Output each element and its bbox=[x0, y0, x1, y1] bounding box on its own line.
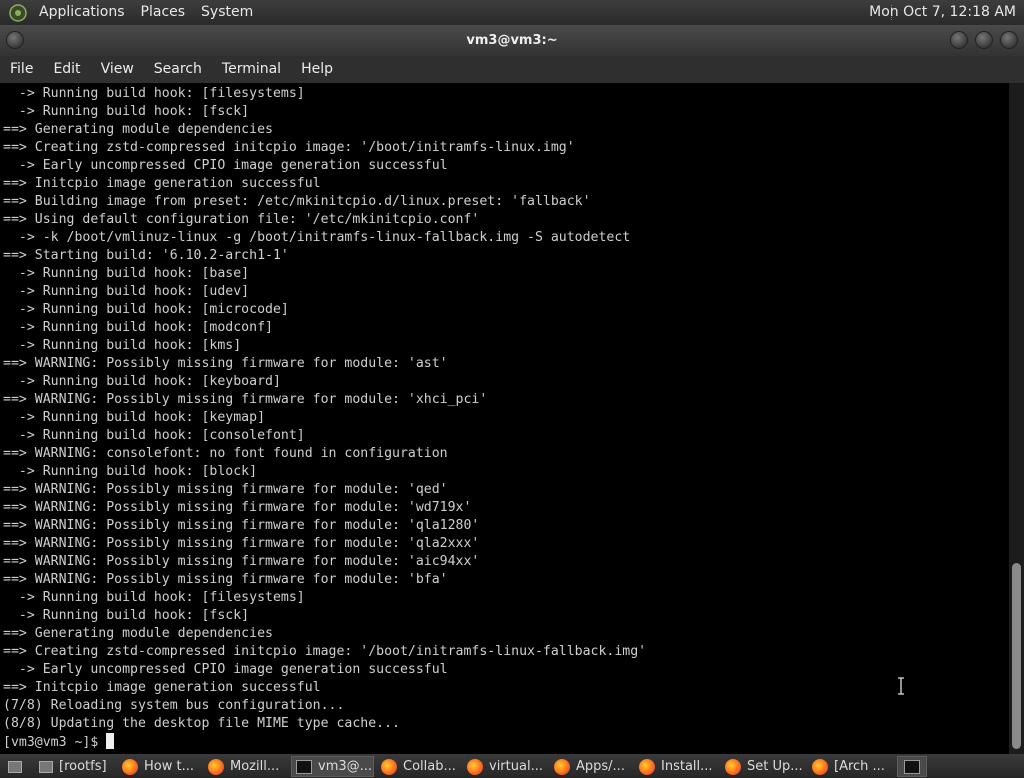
firefox-icon bbox=[467, 758, 483, 775]
shell-prompt: [vm3@vm3 ~]$ bbox=[3, 735, 99, 750]
terminal-line: -> -k /boot/vmlinuz-linux -g /boot/initr… bbox=[3, 230, 631, 245]
scrollbar[interactable] bbox=[1009, 83, 1024, 754]
workspace-icon bbox=[904, 759, 920, 774]
firefox-icon bbox=[122, 758, 138, 775]
terminal-line: -> Running build hook: [block] bbox=[3, 464, 258, 479]
terminal-line: (8/8) Updating the desktop file MIME typ… bbox=[3, 716, 400, 731]
terminal-line: ==> WARNING: Possibly missing firmware f… bbox=[3, 392, 488, 407]
terminal-line: ==> Creating zstd-compressed initcpio im… bbox=[3, 644, 647, 659]
menu-search[interactable]: Search bbox=[144, 56, 212, 83]
terminal-line: -> Running build hook: [udev] bbox=[3, 284, 250, 299]
terminal-line: ==> WARNING: Possibly missing firmware f… bbox=[3, 518, 480, 533]
menu-view[interactable]: View bbox=[91, 56, 144, 83]
window-titlebar[interactable]: vm3@vm3:~ bbox=[0, 25, 1024, 56]
terminal-line: ==> WARNING: Possibly missing firmware f… bbox=[3, 572, 448, 587]
menu-file[interactable]: File bbox=[0, 56, 43, 83]
terminal-line: ==> WARNING: Possibly missing firmware f… bbox=[3, 356, 448, 371]
terminal-line: ==> WARNING: consolefont: no font found … bbox=[3, 446, 448, 461]
taskbar-item-label: Apps/... bbox=[576, 759, 625, 774]
scrollbar-thumb[interactable] bbox=[1012, 563, 1021, 749]
folder-icon bbox=[39, 760, 53, 773]
terminal-line: ==> Building image from preset: /etc/mki… bbox=[3, 194, 591, 209]
taskbar-item-label: vm3@... bbox=[318, 759, 373, 774]
applications-menu[interactable]: Applications bbox=[31, 0, 133, 25]
taskbar-item-label: virtual... bbox=[489, 759, 543, 774]
close-button[interactable] bbox=[1000, 31, 1018, 49]
terminal-line: ==> Initcpio image generation successful bbox=[3, 176, 321, 191]
firefox-icon bbox=[812, 758, 828, 775]
taskbar-item[interactable]: How t... bbox=[118, 756, 201, 777]
terminal-line: ==> Generating module dependencies bbox=[3, 122, 273, 137]
system-menu[interactable]: System bbox=[193, 0, 261, 25]
top-panel: Applications Places System Mon Oct 7, 12… bbox=[0, 0, 1024, 25]
taskbar-item[interactable]: [Arch ... bbox=[808, 756, 892, 777]
terminal-line: ==> Generating module dependencies bbox=[3, 626, 273, 641]
menu-help[interactable]: Help bbox=[291, 56, 343, 83]
taskbar-item[interactable]: Install... bbox=[635, 756, 718, 777]
taskbar-item[interactable]: Mozill... bbox=[204, 756, 288, 777]
terminal-line: -> Running build hook: [consolefont] bbox=[3, 428, 305, 443]
gnome-foot-icon[interactable] bbox=[9, 3, 27, 22]
taskbar-item-label: [Arch ... bbox=[834, 759, 885, 774]
taskbar-item[interactable]: Set Up... bbox=[721, 756, 805, 777]
terminal-line: ==> WARNING: Possibly missing firmware f… bbox=[3, 536, 480, 551]
terminal-line: -> Early uncompressed CPIO image generat… bbox=[3, 662, 448, 677]
terminal-line: ==> Creating zstd-compressed initcpio im… bbox=[3, 140, 575, 155]
taskbar-item[interactable]: [rootfs] bbox=[33, 756, 115, 777]
terminal-line: ==> Starting build: '6.10.2-arch1-1' bbox=[3, 248, 289, 263]
terminal-line: -> Running build hook: [keymap] bbox=[3, 410, 266, 425]
taskbar-item-label: Install... bbox=[661, 759, 713, 774]
places-menu[interactable]: Places bbox=[133, 0, 194, 25]
firefox-icon bbox=[208, 758, 224, 775]
workspace-switcher[interactable] bbox=[897, 756, 927, 777]
firefox-icon bbox=[639, 758, 655, 775]
terminal-output: -> Running build hook: [filesystems] -> … bbox=[3, 85, 646, 751]
terminal-line: ==> WARNING: Possibly missing firmware f… bbox=[3, 482, 448, 497]
text-cursor-icon bbox=[898, 677, 904, 695]
terminal-line: -> Running build hook: [fsck] bbox=[3, 608, 250, 623]
terminal-line: -> Running build hook: [base] bbox=[3, 266, 250, 281]
taskbar-item-label: How t... bbox=[144, 759, 194, 774]
show-desktop-button[interactable] bbox=[2, 756, 30, 777]
terminal-icon bbox=[296, 759, 312, 774]
terminal-line: -> Running build hook: [filesystems] bbox=[3, 590, 305, 605]
taskbar-item[interactable]: vm3@... bbox=[291, 756, 374, 777]
taskbar-item-label: Collab... bbox=[403, 759, 456, 774]
terminal-prompt-line: [vm3@vm3 ~]$ bbox=[3, 733, 646, 751]
taskbar-item-label: Set Up... bbox=[747, 759, 803, 774]
terminal-line: -> Running build hook: [kms] bbox=[3, 338, 242, 353]
menu-edit[interactable]: Edit bbox=[43, 56, 90, 83]
firefox-icon bbox=[554, 758, 570, 775]
taskbar-item[interactable]: virtual... bbox=[463, 756, 547, 777]
terminal-view[interactable]: -> Running build hook: [filesystems] -> … bbox=[0, 83, 1009, 754]
terminal-line: -> Running build hook: [filesystems] bbox=[3, 86, 305, 101]
terminal-line: (7/8) Reloading system bus configuration… bbox=[3, 698, 345, 713]
maximize-button[interactable] bbox=[975, 31, 993, 49]
terminal-line: -> Running build hook: [modconf] bbox=[3, 320, 273, 335]
taskbar: [rootfs] How t... Mozill... vm3@... Collab..… bbox=[0, 754, 1024, 778]
taskbar-item[interactable]: Collab... bbox=[377, 756, 460, 777]
taskbar-item-label: [rootfs] bbox=[59, 759, 107, 774]
taskbar-item-label: Mozill... bbox=[230, 759, 280, 774]
taskbar-item[interactable]: Apps/... bbox=[550, 756, 632, 777]
window-title: vm3@vm3:~ bbox=[466, 33, 558, 48]
terminal-line: -> Early uncompressed CPIO image generat… bbox=[3, 158, 448, 173]
terminal-cursor bbox=[106, 733, 115, 749]
desktop-icon bbox=[8, 760, 22, 773]
terminal-line: -> Running build hook: [keyboard] bbox=[3, 374, 281, 389]
terminal-line: ==> Using default configuration file: '/… bbox=[3, 212, 480, 227]
terminal-line: ==> WARNING: Possibly missing firmware f… bbox=[3, 554, 480, 569]
terminal-line: -> Running build hook: [microcode] bbox=[3, 302, 289, 317]
minimize-button[interactable] bbox=[950, 31, 968, 49]
menubar: File Edit View Search Terminal Help bbox=[0, 56, 1024, 83]
firefox-icon bbox=[381, 758, 397, 775]
terminal-line: ==> Initcpio image generation successful bbox=[3, 680, 321, 695]
firefox-icon bbox=[725, 758, 741, 775]
clock[interactable]: Mon Oct 7, 12:18 AM bbox=[859, 0, 1024, 25]
terminal-line: ==> WARNING: Possibly missing firmware f… bbox=[3, 500, 472, 515]
menu-terminal[interactable]: Terminal bbox=[212, 56, 291, 83]
terminal-line: -> Running build hook: [fsck] bbox=[3, 104, 250, 119]
